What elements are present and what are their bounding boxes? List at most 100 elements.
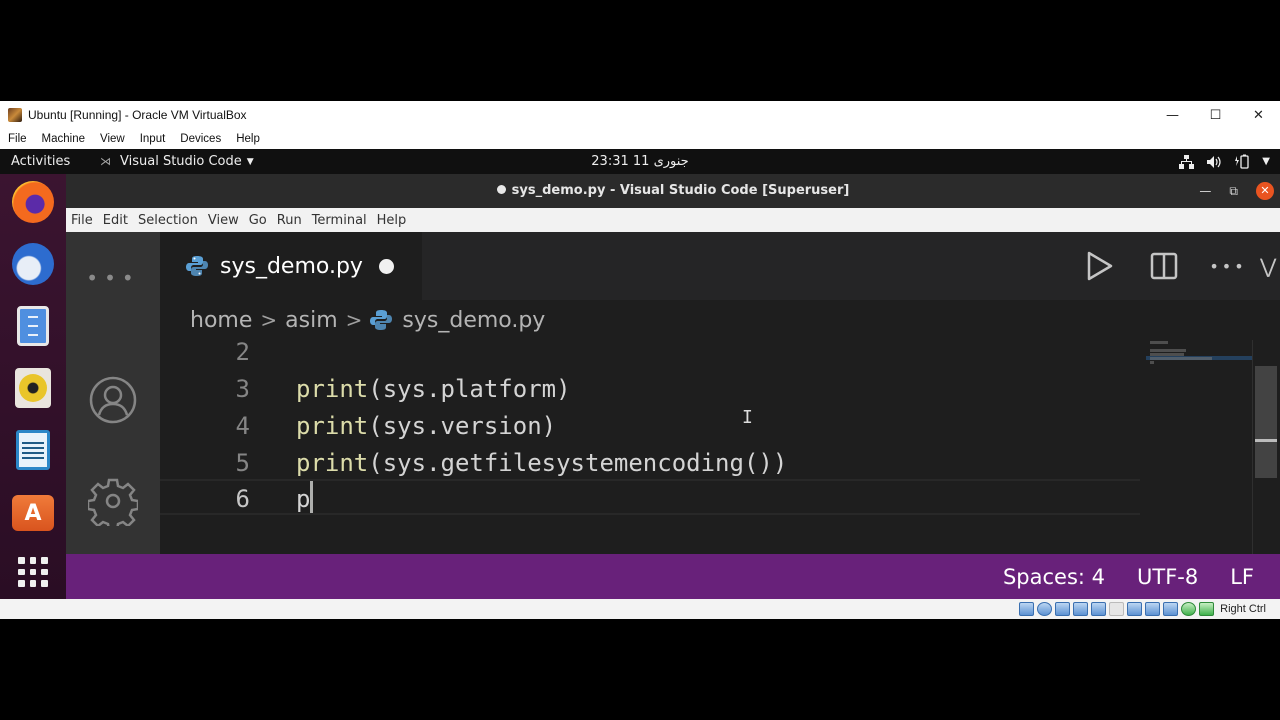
- menu-go[interactable]: Go: [249, 213, 267, 228]
- audio-icon[interactable]: [1055, 602, 1071, 616]
- code-text: print(sys.version): [296, 412, 557, 440]
- menu-help[interactable]: Help: [377, 213, 407, 228]
- shared-folders-icon[interactable]: [1109, 602, 1125, 616]
- video-capture-icon[interactable]: [1145, 602, 1161, 616]
- menu-view[interactable]: View: [208, 213, 239, 228]
- vbox-status-bar: Right Ctrl: [0, 599, 1280, 619]
- breadcrumb-asim[interactable]: asim: [285, 308, 338, 333]
- unsaved-indicator-icon[interactable]: [378, 258, 394, 274]
- line-number: 2: [235, 340, 250, 366]
- network-icon: [1179, 154, 1195, 169]
- status-bar: Spaces: 4 UTF-8 LF: [66, 554, 1280, 599]
- menu-edit[interactable]: Edit: [103, 213, 128, 228]
- code-line: 4 print(sys.version): [160, 408, 1140, 445]
- editor-tabs: sys_demo.py ••• ⋁: [160, 232, 1280, 300]
- vbox-menubar: File Machine View Input Devices Help: [0, 129, 1280, 149]
- code-line-active: 6 p: [160, 481, 1140, 518]
- dock-thunderbird[interactable]: [11, 242, 55, 286]
- dock-files[interactable]: [11, 304, 55, 348]
- display-icon[interactable]: [1127, 602, 1143, 616]
- vbox-menu-devices[interactable]: Devices: [180, 133, 221, 145]
- more-actions-button[interactable]: •••: [1196, 232, 1260, 300]
- play-icon: [1087, 251, 1113, 281]
- menu-run[interactable]: Run: [277, 213, 302, 228]
- status-eol[interactable]: LF: [1230, 565, 1254, 589]
- vscode-close-button[interactable]: ✕: [1256, 182, 1274, 200]
- split-editor-icon: [1150, 252, 1178, 280]
- dock-writer[interactable]: [11, 428, 55, 472]
- split-editor-button[interactable]: [1132, 232, 1196, 300]
- menu-file[interactable]: File: [71, 213, 93, 228]
- optical-drive-icon[interactable]: [1037, 602, 1053, 616]
- vbox-menu-machine[interactable]: Machine: [42, 133, 85, 145]
- screen: Ubuntu [Running] - Oracle VM VirtualBox …: [0, 0, 1280, 720]
- editor-actions: ••• ⋁: [1068, 232, 1280, 300]
- text-cursor: [310, 481, 314, 513]
- clock[interactable]: 23:31 جنوری 11: [0, 149, 1280, 174]
- apps-grid-icon: [18, 557, 48, 587]
- system-tray[interactable]: ▼: [1179, 149, 1270, 174]
- status-indentation[interactable]: Spaces: 4: [1003, 565, 1105, 589]
- usb-icon[interactable]: [1091, 602, 1107, 616]
- vscode-minimize-button[interactable]: —: [1199, 184, 1211, 198]
- vscode-restore-button[interactable]: ⧉: [1229, 184, 1238, 199]
- keyboard-capture-icon[interactable]: [1199, 602, 1215, 616]
- minimap-line: [1150, 349, 1186, 352]
- minimap-line: [1150, 357, 1212, 360]
- vscode-titlebar: sys_demo.py - Visual Studio Code [Superu…: [66, 174, 1280, 208]
- run-button[interactable]: [1068, 232, 1132, 300]
- line-number: 3: [235, 375, 250, 403]
- code-text: print(sys.platform): [296, 375, 571, 403]
- battery-icon: [1235, 154, 1249, 169]
- code-line: 5 print(sys.getfilesystemencoding()): [160, 445, 1140, 482]
- more-views-icon[interactable]: •••: [66, 266, 160, 290]
- minimize-button[interactable]: —: [1151, 101, 1194, 129]
- dock-software[interactable]: A: [11, 488, 55, 532]
- mouse-integration-icon[interactable]: [1181, 602, 1197, 616]
- chevron-right-icon: >: [260, 308, 278, 332]
- hard-disk-icon[interactable]: [1019, 602, 1035, 616]
- virtualization-icon[interactable]: [1163, 602, 1179, 616]
- dock-show-apps[interactable]: [11, 550, 55, 594]
- vbox-menu-view[interactable]: View: [100, 133, 125, 145]
- status-encoding[interactable]: UTF-8: [1137, 565, 1198, 589]
- line-number: 6: [235, 485, 250, 513]
- software-icon: A: [12, 495, 54, 531]
- menu-selection[interactable]: Selection: [138, 213, 198, 228]
- vbox-window-title: Ubuntu [Running] - Oracle VM VirtualBox: [28, 108, 247, 122]
- vbox-menu-input[interactable]: Input: [140, 133, 166, 145]
- network-adapter-icon[interactable]: [1073, 602, 1089, 616]
- vertical-scrollbar[interactable]: [1252, 340, 1280, 554]
- vbox-titlebar: Ubuntu [Running] - Oracle VM VirtualBox …: [0, 101, 1280, 129]
- vscode-window: sys_demo.py - Visual Studio Code [Superu…: [66, 174, 1280, 599]
- dock-firefox[interactable]: [11, 180, 55, 224]
- ibeam-cursor-icon: I: [742, 407, 753, 428]
- activity-bar: •••: [66, 232, 160, 554]
- vscode-menubar: File Edit Selection View Go Run Terminal…: [66, 208, 1280, 232]
- maximize-button[interactable]: ☐: [1194, 101, 1237, 129]
- dock-rhythmbox[interactable]: [11, 366, 55, 410]
- gnome-top-bar: Activities ⋊ Visual Studio Code ▼ 23:31 …: [0, 149, 1280, 174]
- unsaved-dot-icon: [496, 185, 506, 194]
- host-key-label: Right Ctrl: [1220, 603, 1266, 615]
- tab-sys-demo[interactable]: sys_demo.py: [160, 232, 422, 300]
- account-icon[interactable]: [89, 376, 137, 424]
- minimap[interactable]: [1146, 340, 1256, 554]
- line-number: 5: [235, 449, 250, 477]
- vbox-menu-help[interactable]: Help: [236, 133, 260, 145]
- gear-icon[interactable]: [88, 476, 138, 526]
- scrollbar-thumb[interactable]: [1255, 366, 1277, 478]
- chevron-icon: ⋁: [1260, 254, 1277, 278]
- vbox-menu-file[interactable]: File: [8, 133, 27, 145]
- minimap-line: [1150, 353, 1184, 356]
- breadcrumb-home[interactable]: home: [190, 308, 252, 333]
- code-text: p: [296, 481, 314, 518]
- close-button[interactable]: ✕: [1237, 101, 1280, 129]
- code-editor[interactable]: 2 3 print(sys.platform) 4 print(sys.vers…: [160, 340, 1280, 554]
- breadcrumb-file[interactable]: sys_demo.py: [370, 308, 545, 333]
- overflow-chevron[interactable]: ⋁: [1260, 232, 1280, 300]
- minimap-line: [1150, 341, 1168, 344]
- guest-display: Activities ⋊ Visual Studio Code ▼ 23:31 …: [0, 149, 1280, 599]
- code-text: print(sys.getfilesystemencoding()): [296, 449, 788, 477]
- menu-terminal[interactable]: Terminal: [312, 213, 367, 228]
